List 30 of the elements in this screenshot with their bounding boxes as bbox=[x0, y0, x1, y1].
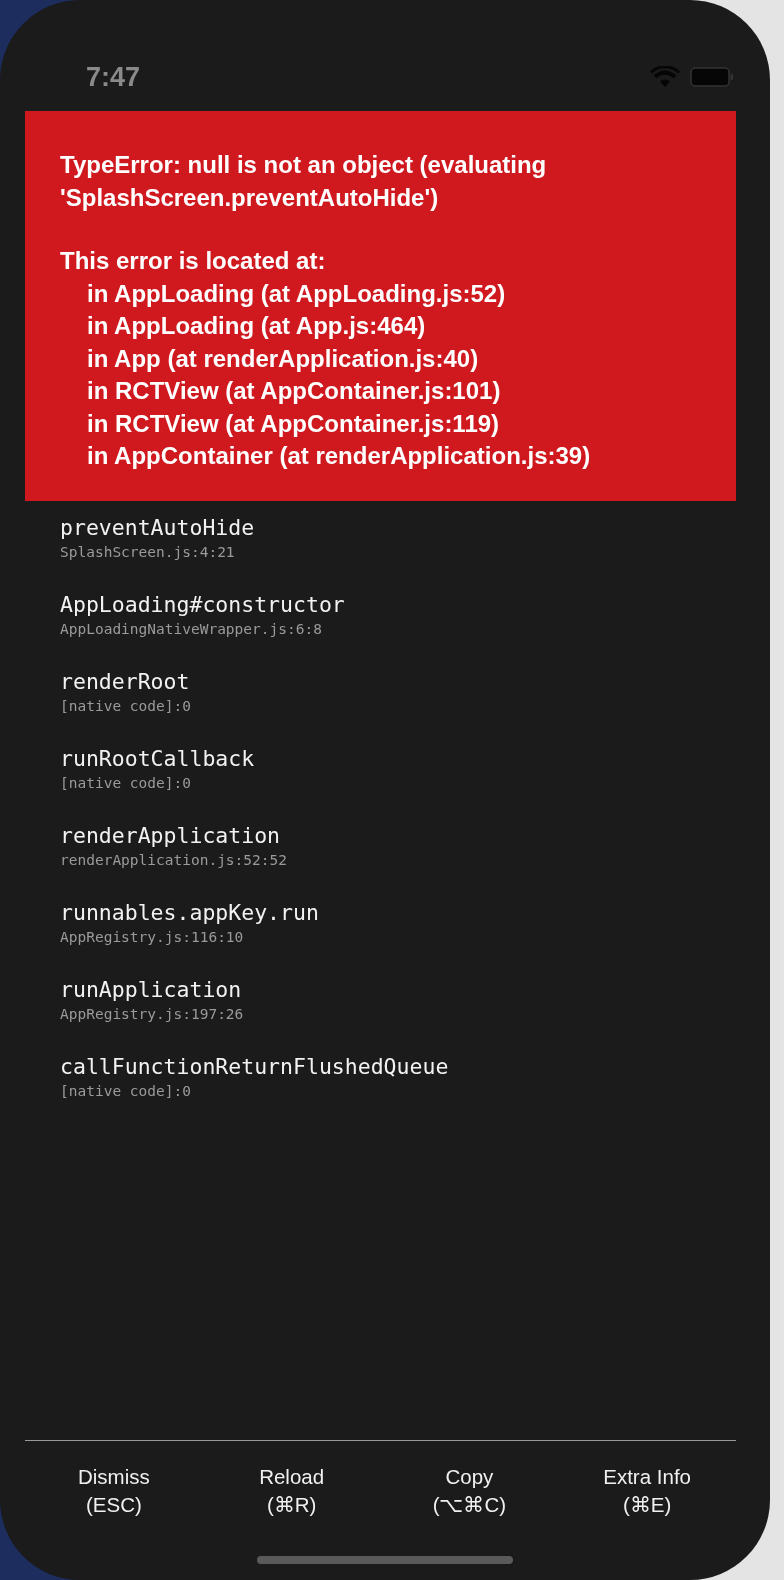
footer-button[interactable]: Extra Info (⌘E) bbox=[558, 1463, 736, 1556]
error-message: TypeError: null is not an object (evaluating 'SplashScreen.preventAutoHide') bbox=[60, 150, 548, 213]
footer-button[interactable]: Copy (⌥⌘C) bbox=[380, 1463, 559, 1556]
stack-method: runnables.appKey.run bbox=[60, 899, 320, 925]
status-time: 7:47 bbox=[86, 62, 141, 93]
stack-file: [native code]:0 bbox=[60, 774, 192, 791]
stack-method: preventAutoHide bbox=[60, 514, 256, 540]
stack-file: AppRegistry.js:116:10 bbox=[60, 928, 245, 945]
stack-method: runRootCallback bbox=[60, 745, 256, 771]
stack-file: AppLoadingNativeWrapper.js:6:8 bbox=[60, 620, 323, 637]
component-location: in AppLoading (at App.js:464) bbox=[86, 311, 427, 341]
location-heading: This error is located at: bbox=[60, 246, 327, 276]
stack-method: AppLoading#constructor bbox=[60, 591, 346, 617]
component-location: in RCTView (at AppContainer.js:119) bbox=[86, 408, 501, 439]
stack-file: [native code]:0 bbox=[60, 697, 192, 714]
stack-file: SplashScreen.js:4:21 bbox=[60, 543, 236, 560]
footer-button[interactable]: Reload (⌘R) bbox=[202, 1463, 381, 1556]
stack-file: [native code]:0 bbox=[60, 1082, 192, 1099]
stack-file: renderApplication.js:52:52 bbox=[60, 851, 288, 868]
stack-method: callFunctionReturnFlushedQueue bbox=[60, 1053, 450, 1079]
stack-method: runApplication bbox=[60, 976, 243, 1002]
component-location: in RCTView (at AppContainer.js:101) bbox=[86, 376, 502, 406]
battery-icon bbox=[690, 67, 734, 87]
footer-button[interactable]: Dismiss (ESC) bbox=[25, 1463, 203, 1556]
stack-method: renderRoot bbox=[60, 668, 191, 694]
component-location: in AppLoading (at AppLoading.js:52) bbox=[86, 278, 507, 309]
stack-file: AppRegistry.js:197:26 bbox=[60, 1005, 245, 1022]
component-location: in App (at renderApplication.js:40) bbox=[86, 343, 480, 374]
stack-method: renderApplication bbox=[60, 822, 282, 848]
component-location: in AppContainer (at renderApplication.js:39) bbox=[86, 441, 592, 471]
